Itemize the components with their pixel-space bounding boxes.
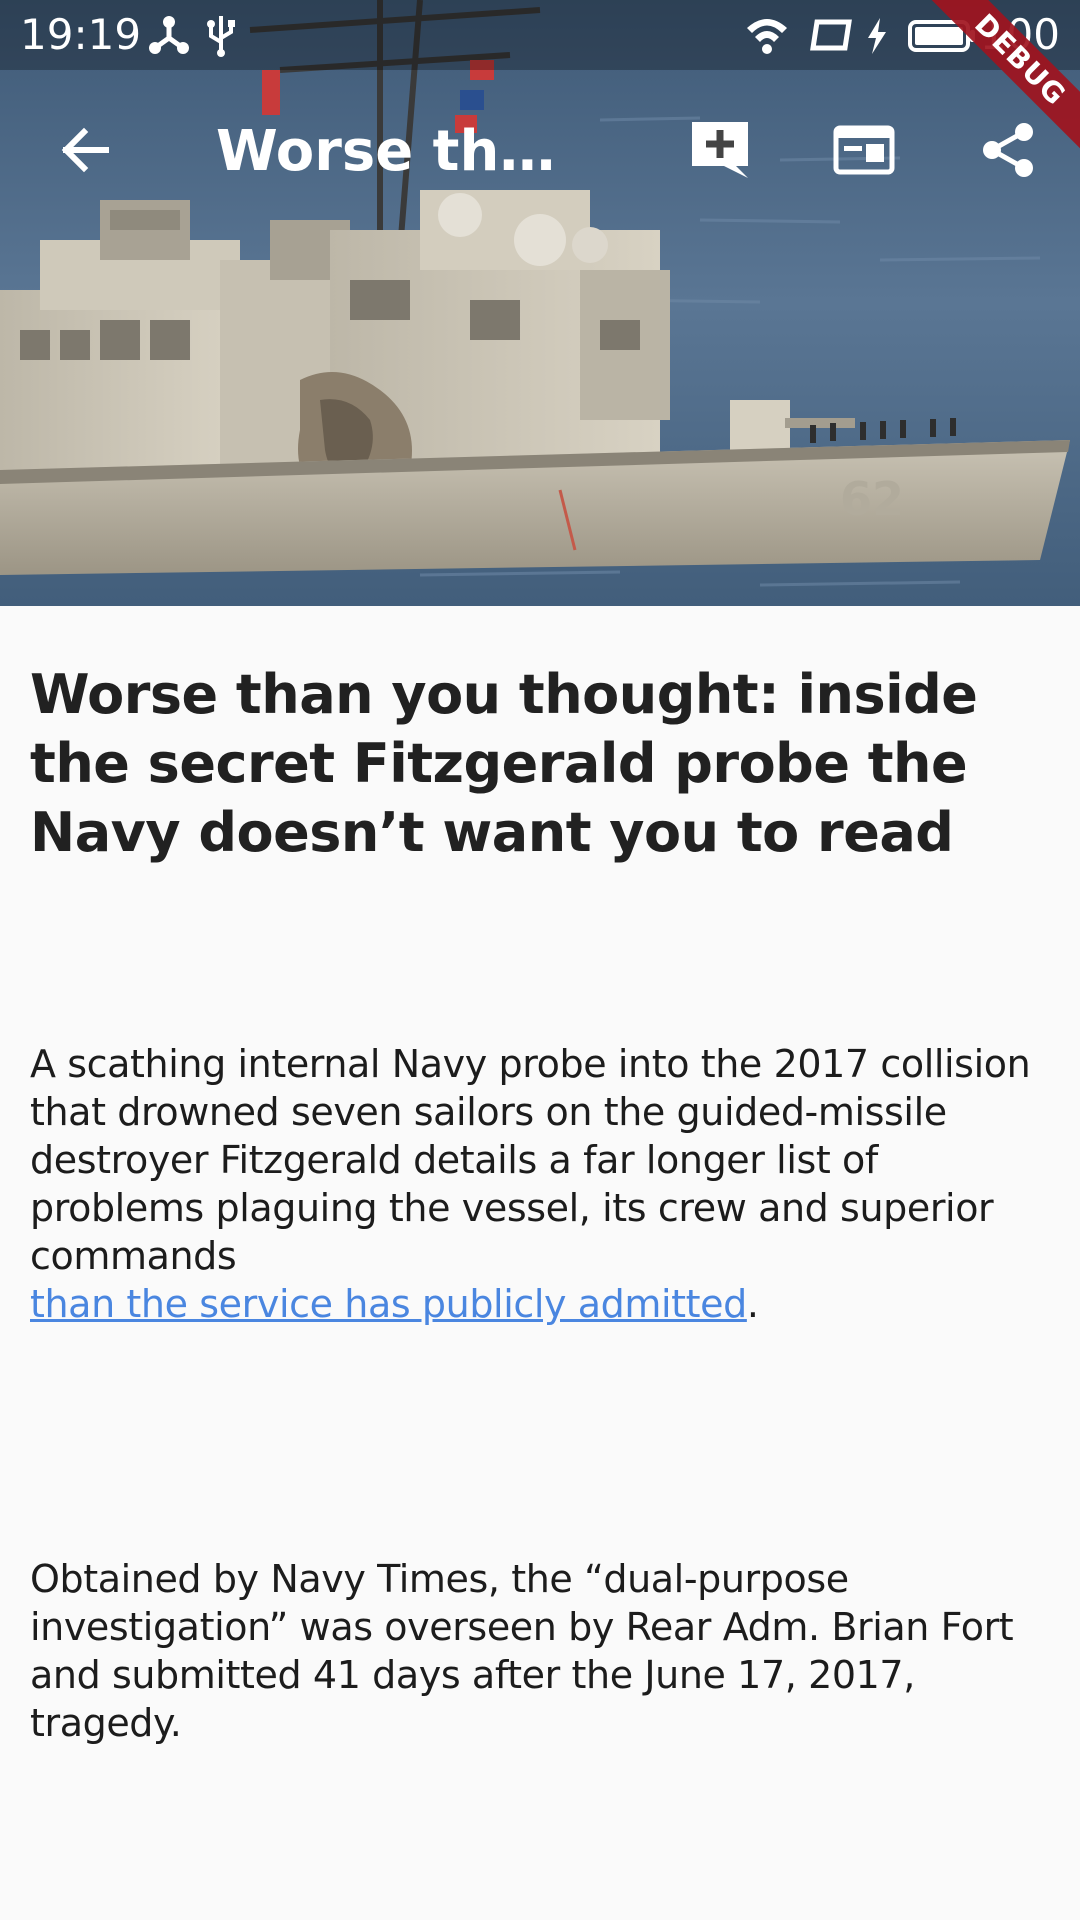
app-bar-title: Worse than you thought: inside the secre… bbox=[216, 119, 586, 184]
screen-rotation-icon bbox=[808, 12, 854, 58]
article-title: Worse than you thought: inside the secre… bbox=[30, 663, 978, 864]
svg-text:62: 62 bbox=[840, 472, 904, 526]
article-paragraph: A scathing internal Navy probe into the … bbox=[30, 1040, 1050, 1328]
article-screen: 62 19:19 DEBUG Worse than Worse than you… bbox=[0, 0, 1080, 1920]
article-link[interactable]: than the service has publicly admitted bbox=[30, 1282, 747, 1326]
back-arrow-icon bbox=[56, 122, 112, 183]
app-bar: Worse than you thought: inside the secre… bbox=[0, 70, 1080, 230]
add-comment-icon bbox=[688, 118, 752, 187]
status-bar: 19:19 bbox=[0, 0, 1080, 70]
status-time: 19:19 bbox=[20, 10, 142, 59]
paragraph-text: A scathing internal Navy probe into the … bbox=[30, 1042, 1031, 1278]
paragraph-text: Obtained by Navy Times, the “dual-purpos… bbox=[30, 1557, 1014, 1745]
add-comment-button[interactable] bbox=[678, 110, 762, 194]
wifi-icon bbox=[744, 12, 790, 58]
share-icon bbox=[978, 120, 1038, 185]
share-network-icon bbox=[146, 12, 192, 58]
article-paragraph: Obtained by Navy Times, the “dual-purpos… bbox=[30, 1555, 1050, 1747]
reader-view-button[interactable] bbox=[822, 110, 906, 194]
paragraph-end: . bbox=[746, 1282, 759, 1326]
usb-icon bbox=[198, 12, 244, 58]
share-button[interactable] bbox=[966, 110, 1050, 194]
charging-bolt-icon bbox=[862, 12, 892, 58]
article-body: Worse than you thought: inside the secre… bbox=[30, 660, 1050, 1745]
reader-view-icon bbox=[832, 118, 896, 187]
back-button[interactable] bbox=[42, 110, 126, 194]
